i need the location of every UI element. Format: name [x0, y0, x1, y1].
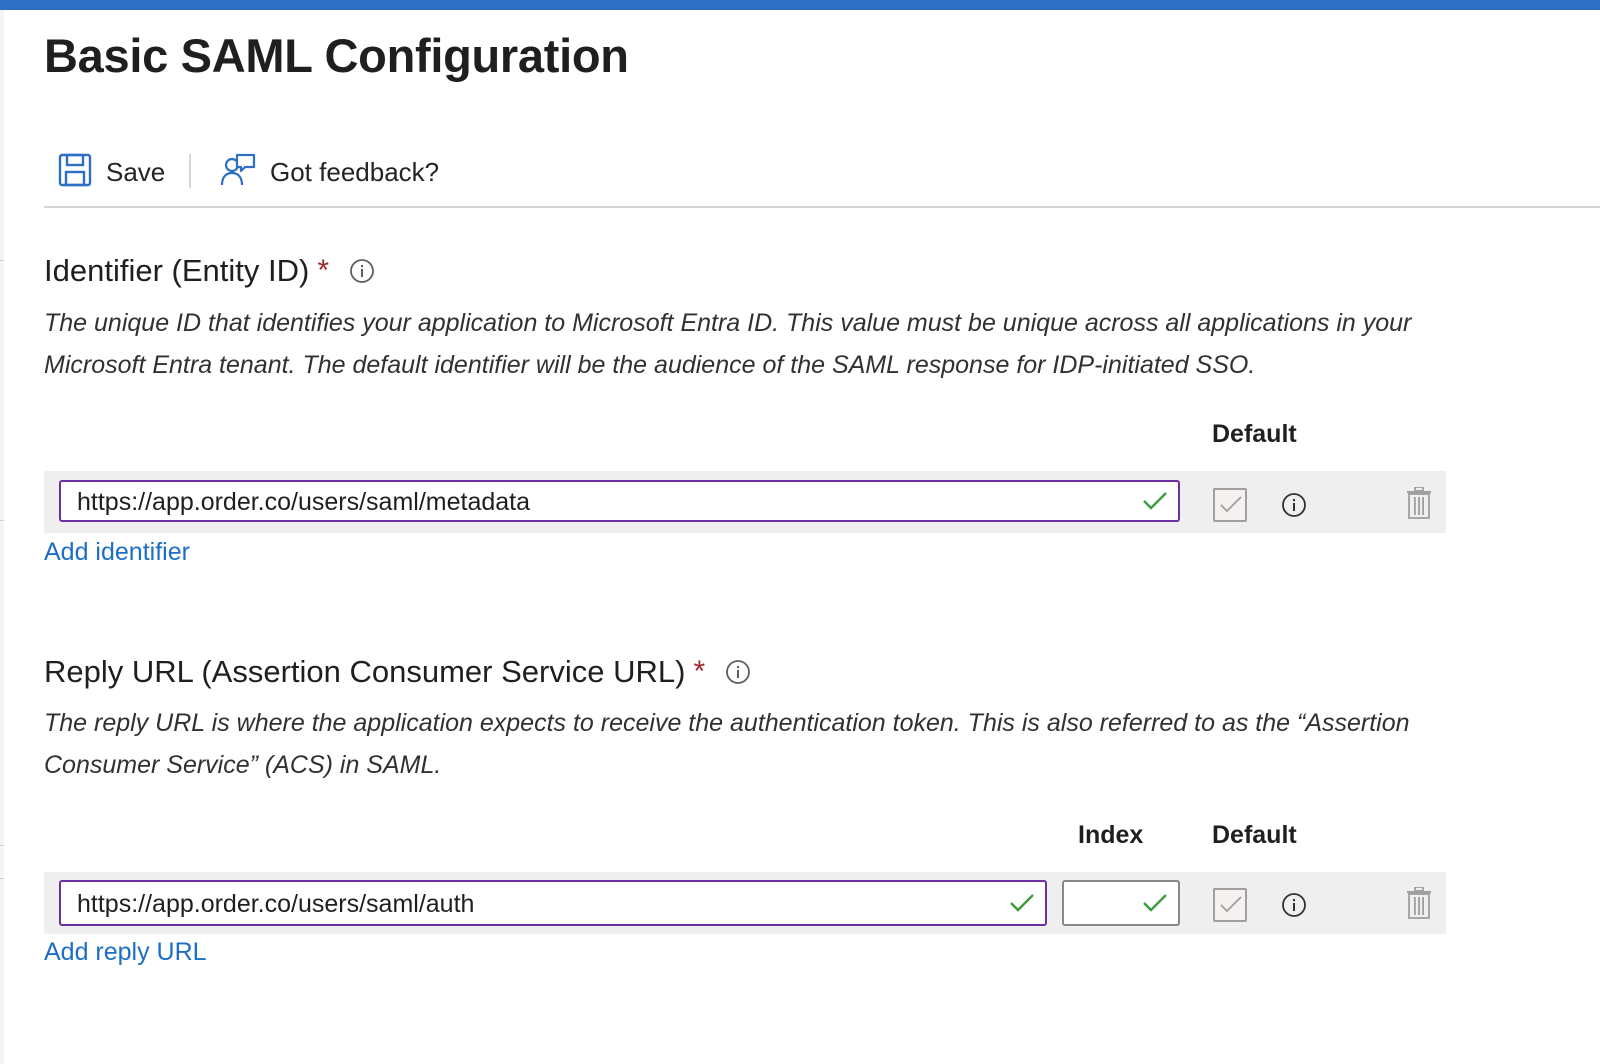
page-title: Basic SAML Configuration	[44, 29, 629, 82]
save-button[interactable]: Save	[58, 152, 165, 192]
feedback-label: Got feedback?	[270, 156, 440, 187]
required-asterisk: *	[693, 655, 706, 688]
reply-url-description: The reply URL is where the application e…	[44, 709, 1410, 779]
feedback-icon	[220, 152, 256, 193]
identifier-input[interactable]: https://app.order.co/users/saml/metadata	[59, 480, 1180, 522]
top-accent-bar	[0, 0, 1600, 10]
reply-url-heading: Reply URL (Assertion Consumer Service UR…	[44, 654, 751, 690]
identifier-heading-text: Identifier (Entity ID)	[44, 253, 310, 288]
identifier-description: The unique ID that identifies your appli…	[44, 309, 1412, 379]
save-icon	[58, 153, 92, 192]
required-asterisk: *	[317, 254, 329, 287]
reply-url-row: https://app.order.co/users/saml/auth	[44, 872, 1446, 934]
identifier-value: https://app.order.co/users/saml/metadata	[77, 488, 531, 516]
reply-url-default-column-header: Default	[1212, 821, 1297, 849]
left-blade-edge	[0, 10, 4, 1064]
info-icon[interactable]	[1281, 892, 1307, 923]
reply-url-default-checkbox[interactable]	[1213, 888, 1247, 922]
valid-check-icon	[1142, 490, 1168, 517]
identifier-row: https://app.order.co/users/saml/metadata	[44, 471, 1446, 533]
identifier-default-column-header: Default	[1212, 420, 1297, 448]
info-icon[interactable]	[349, 258, 375, 284]
delete-icon[interactable]	[1406, 886, 1432, 924]
info-icon[interactable]	[1281, 492, 1307, 523]
valid-check-icon	[1142, 892, 1168, 919]
feedback-button[interactable]: Got feedback?	[220, 152, 439, 192]
add-reply-url-link[interactable]: Add reply URL	[44, 938, 207, 967]
delete-icon[interactable]	[1406, 486, 1432, 524]
reply-url-index-column-header: Index	[1078, 821, 1144, 849]
identifier-default-checkbox[interactable]	[1213, 488, 1247, 522]
save-label: Save	[106, 156, 166, 187]
command-bar: Save Got feedback?	[44, 140, 1600, 208]
identifier-heading: Identifier (Entity ID) *	[44, 253, 375, 289]
reply-url-index-input[interactable]	[1062, 880, 1180, 926]
reply-url-heading-text: Reply URL (Assertion Consumer Service UR…	[44, 654, 686, 689]
reply-url-value: https://app.order.co/users/saml/auth	[77, 890, 475, 918]
valid-check-icon	[1009, 892, 1035, 919]
info-icon[interactable]	[725, 659, 751, 685]
add-identifier-link[interactable]: Add identifier	[44, 538, 190, 567]
reply-url-input[interactable]: https://app.order.co/users/saml/auth	[59, 880, 1047, 926]
toolbar-divider	[189, 154, 191, 188]
